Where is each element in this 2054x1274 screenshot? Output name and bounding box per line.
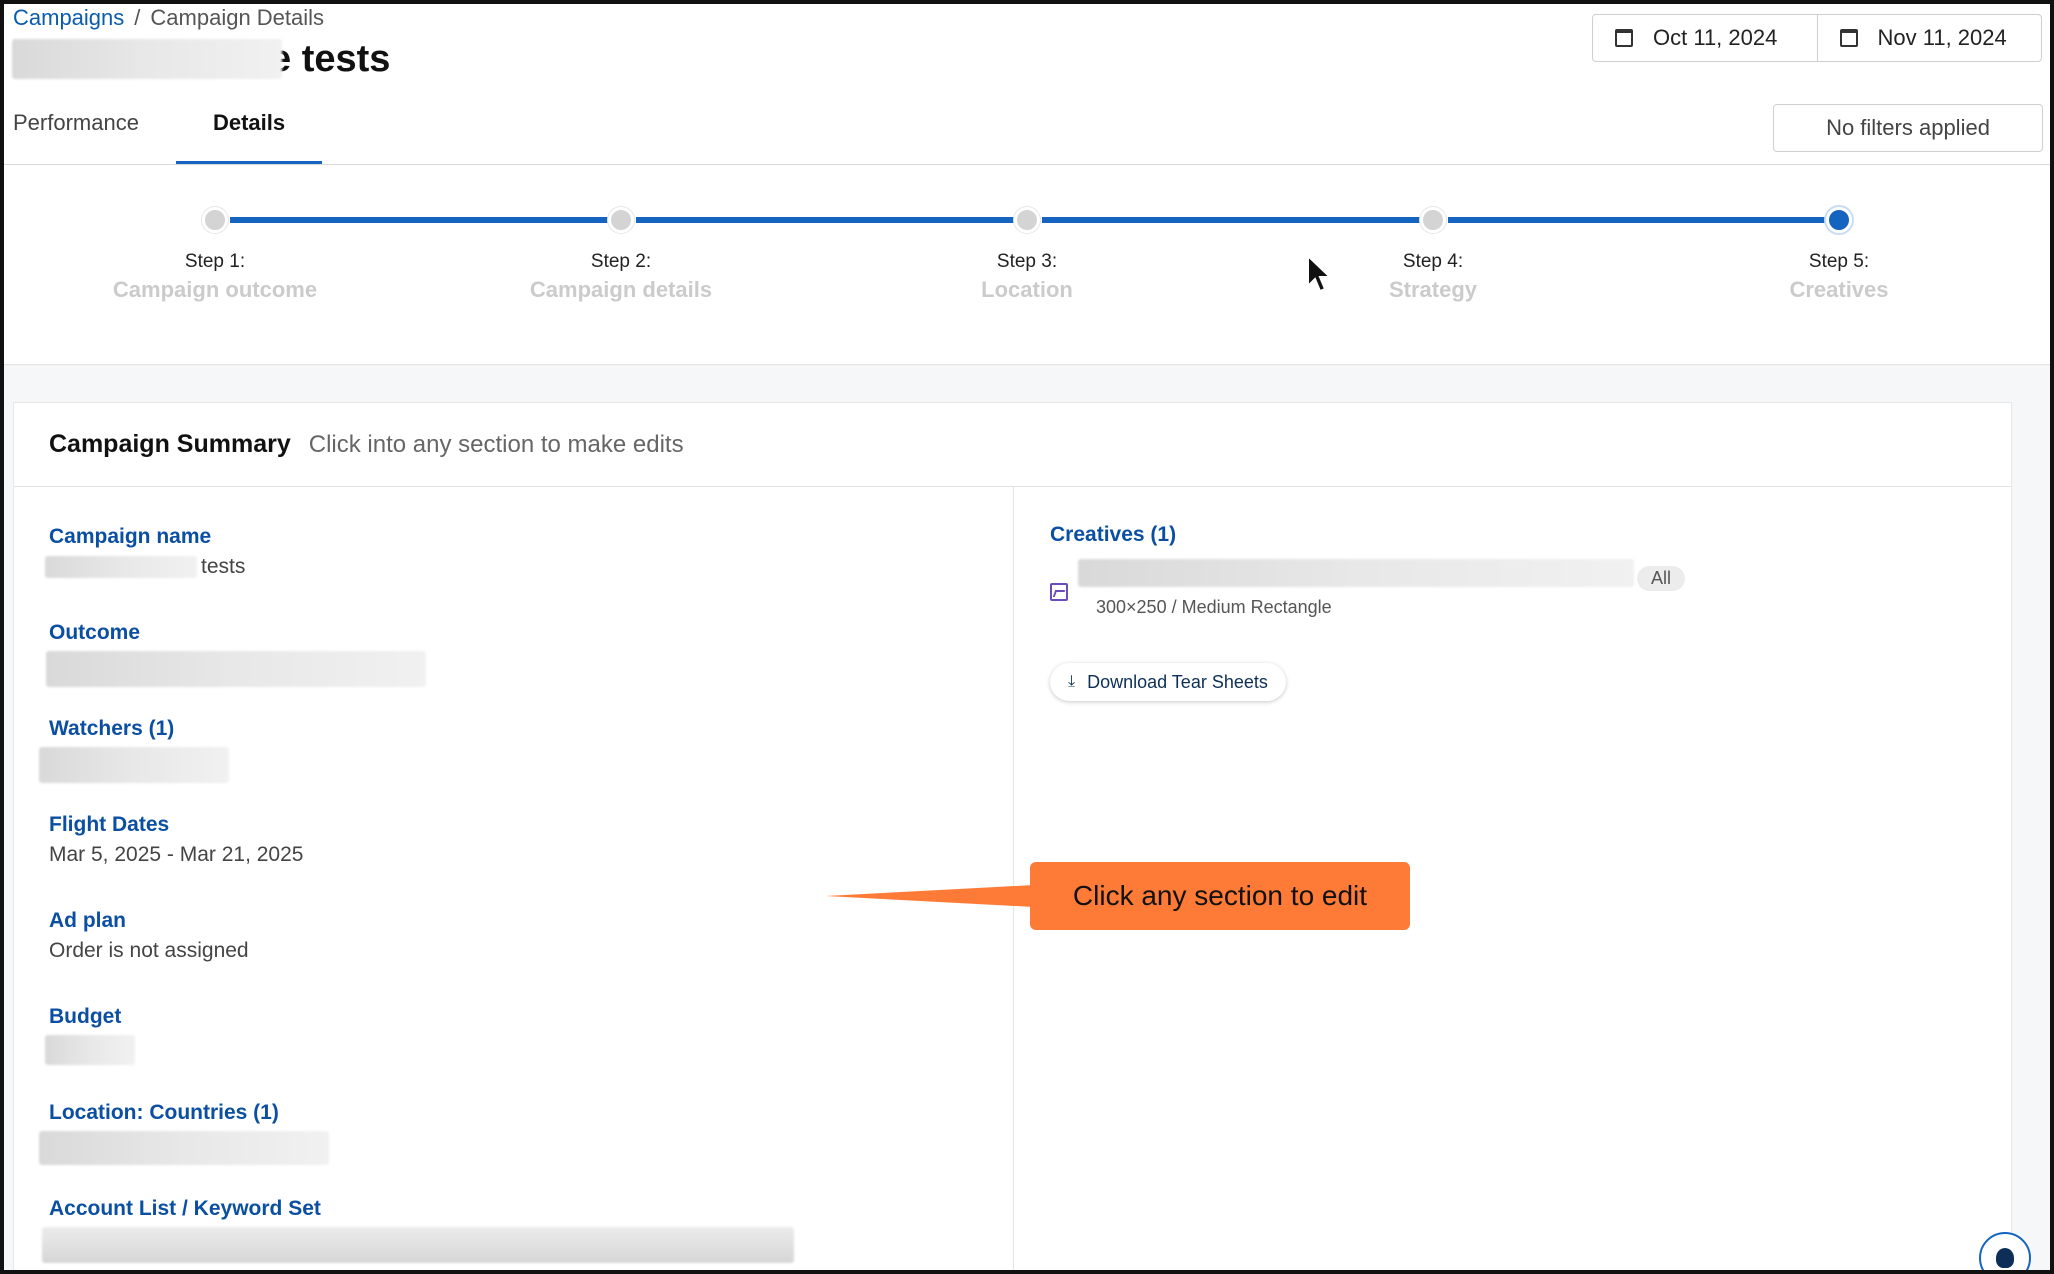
ad-plan-label: Ad plan	[49, 909, 126, 932]
tab-bar: Performance Details	[0, 96, 323, 166]
watchers-label: Watchers (1)	[49, 717, 175, 740]
image-icon	[1050, 583, 1068, 601]
ad-plan-section[interactable]: Ad plan Order is not assigned	[49, 909, 249, 963]
step-5-dot[interactable]	[1826, 207, 1852, 233]
campaign-name-label: Campaign name	[49, 525, 212, 548]
budget-section[interactable]: Budget	[45, 1005, 135, 1065]
redacted-text	[39, 1131, 329, 1165]
calendar-icon	[1615, 29, 1633, 47]
tab-details[interactable]: Details	[175, 96, 323, 164]
start-date-field[interactable]: Oct 11, 2024	[1593, 15, 1817, 61]
download-icon: ⤓	[1068, 673, 1076, 690]
summary-hint: Click into any section to make edits	[308, 430, 684, 458]
step-connector	[230, 217, 620, 223]
download-label: Download Tear Sheets	[1087, 671, 1268, 692]
summary-title: Campaign Summary	[49, 430, 291, 458]
breadcrumb-separator: /	[134, 5, 141, 30]
redacted-title-part	[12, 39, 282, 79]
outcome-label: Outcome	[49, 621, 141, 644]
callout-pointer	[826, 885, 1034, 907]
breadcrumb-current: Campaign Details	[150, 5, 325, 30]
redacted-text	[45, 1035, 135, 1065]
step-connector	[636, 217, 1026, 223]
step-3-dot[interactable]	[1014, 207, 1040, 233]
step-connector	[1448, 217, 1838, 223]
creative-size: 300×250 / Medium Rectangle	[1096, 597, 1332, 617]
campaign-summary-card: Campaign Summary Click into any section …	[13, 402, 2012, 1274]
breadcrumb: Campaigns / Campaign Details	[13, 5, 324, 31]
flight-dates-value: Mar 5, 2025 - Mar 21, 2025	[49, 843, 304, 866]
redacted-text	[39, 747, 229, 783]
mouse-cursor-icon	[1307, 254, 1333, 293]
step-1-dot[interactable]	[202, 207, 228, 233]
step-connector	[1042, 217, 1432, 223]
budget-label: Budget	[49, 1005, 122, 1028]
start-date-value: Oct 11, 2024	[1653, 25, 1778, 50]
step-1-name[interactable]: Campaign outcome	[65, 277, 365, 303]
step-5-name[interactable]: Creatives	[1689, 277, 1989, 303]
date-range-picker: Oct 11, 2024 Nov 11, 2024	[1592, 14, 2042, 62]
step-3-name[interactable]: Location	[877, 277, 1177, 303]
step-1-label: Step 1:	[184, 251, 246, 272]
filters-button[interactable]: No filters applied	[1773, 104, 2043, 152]
end-date-value: Nov 11, 2024	[1877, 25, 2007, 50]
step-2-name[interactable]: Campaign details	[471, 277, 771, 303]
step-2-dot[interactable]	[608, 207, 634, 233]
flight-dates-label: Flight Dates	[49, 813, 170, 836]
account-list-label: Account List / Keyword Set	[49, 1197, 321, 1220]
download-tear-sheets-button[interactable]: ⤓ Download Tear Sheets	[1050, 663, 1286, 701]
redacted-text	[42, 1227, 794, 1263]
campaign-name-value: tests	[201, 555, 246, 578]
step-2-label: Step 2:	[590, 251, 652, 272]
account-list-section[interactable]: Account List / Keyword Set	[42, 1197, 794, 1263]
edit-callout: Click any section to edit	[1030, 862, 1410, 930]
step-3-label: Step 3:	[996, 251, 1058, 272]
redacted-text	[1078, 559, 1634, 587]
page-title: e tests	[270, 37, 391, 80]
step-5-label: Step 5:	[1808, 251, 1870, 272]
end-date-field[interactable]: Nov 11, 2024	[1816, 15, 2042, 61]
summary-header: Campaign Summary Click into any section …	[14, 403, 2011, 487]
step-4-dot[interactable]	[1420, 207, 1446, 233]
flight-dates-section[interactable]: Flight Dates Mar 5, 2025 - Mar 21, 2025	[49, 813, 303, 867]
tab-performance[interactable]: Performance	[0, 96, 176, 164]
location-label: Location: Countries (1)	[49, 1101, 279, 1124]
column-divider	[1013, 487, 1014, 1274]
ad-plan-value: Order is not assigned	[49, 939, 249, 962]
creative-filter-chip: All	[1637, 566, 1686, 591]
campaign-name-value-row: tests	[45, 555, 246, 579]
redacted-text	[45, 556, 197, 578]
outcome-section[interactable]: Outcome	[46, 621, 426, 687]
redacted-text	[46, 651, 426, 687]
page-title-row: e tests	[12, 38, 390, 80]
step-progress: Step 1: Campaign outcome Step 2: Campaig…	[0, 165, 2054, 365]
watchers-section[interactable]: Watchers (1)	[39, 717, 229, 783]
breadcrumb-campaigns-link[interactable]: Campaigns	[13, 5, 124, 30]
campaign-name-section[interactable]: Campaign name tests	[45, 525, 246, 579]
creatives-label[interactable]: Creatives (1)	[1050, 523, 1176, 547]
calendar-icon	[1839, 29, 1858, 47]
lightbulb-icon	[1996, 1248, 2014, 1268]
location-section[interactable]: Location: Countries (1)	[39, 1101, 329, 1165]
creative-item[interactable]: All 300×250 / Medium Rectangle	[1050, 557, 1700, 627]
